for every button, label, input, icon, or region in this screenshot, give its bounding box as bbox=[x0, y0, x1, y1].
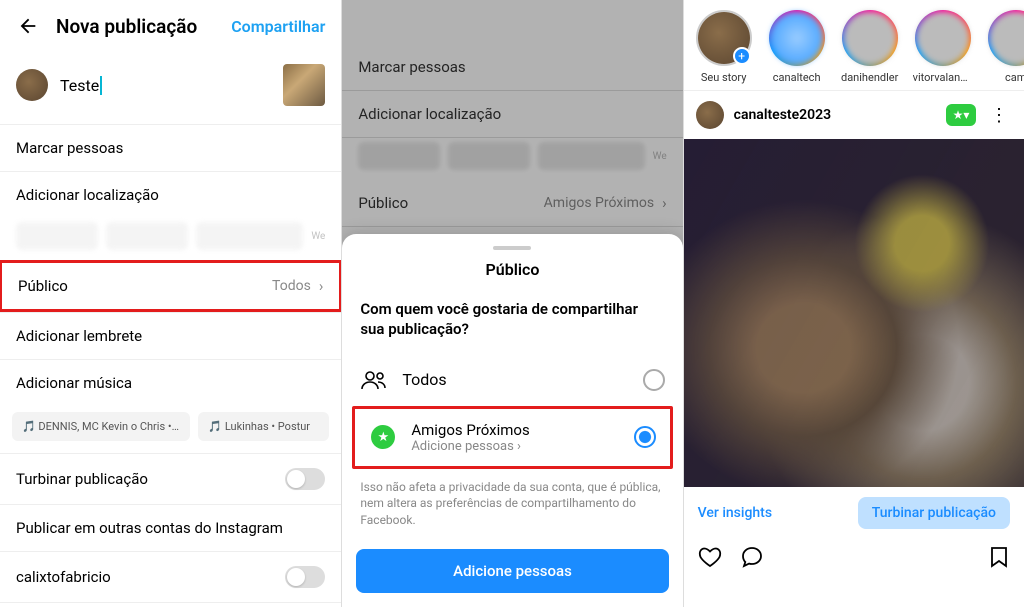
stories-row[interactable]: + Seu story canaltech danihendler vitorv… bbox=[684, 0, 1024, 90]
feed-panel: + Seu story canaltech danihendler vitorv… bbox=[683, 0, 1024, 607]
header: Nova publicação Compartilhar bbox=[0, 0, 341, 52]
also-publish-row: Publicar também no bbox=[0, 602, 341, 607]
post-action-icons bbox=[684, 539, 1024, 579]
page-title: Nova publicação bbox=[56, 15, 231, 38]
music-chip[interactable]: 🎵 Lukinhas • Postur bbox=[198, 412, 329, 441]
sheet-note: Isso não afeta a privacidade da sua cont… bbox=[342, 469, 682, 543]
location-suggestions: We bbox=[0, 218, 341, 260]
boost-post-button[interactable]: Turbinar publicação bbox=[858, 497, 1010, 529]
row-label: Adicionar localização bbox=[16, 186, 325, 204]
account-name: calixtofabricio bbox=[16, 568, 285, 586]
audience-row[interactable]: Público Todos › bbox=[2, 263, 339, 309]
story-avatar bbox=[917, 12, 969, 64]
highlight-audience: Público Todos › bbox=[0, 260, 341, 312]
new-post-panel: Nova publicação Compartilhar Teste Marca… bbox=[0, 0, 341, 607]
chevron-right-icon: › bbox=[662, 194, 667, 212]
sheet-handle[interactable] bbox=[493, 246, 531, 250]
post-insights-row: Ver insights Turbinar publicação bbox=[684, 487, 1024, 539]
row-label: Publicar em outras contas do Instagram bbox=[16, 519, 325, 537]
suggestion-chip[interactable] bbox=[106, 222, 188, 250]
view-insights-link[interactable]: Ver insights bbox=[698, 505, 772, 521]
save-button[interactable] bbox=[988, 545, 1010, 569]
chevron-right-icon: › bbox=[319, 277, 324, 295]
boost-row[interactable]: Turbinar publicação bbox=[0, 453, 341, 504]
scroll-hint: We bbox=[311, 231, 325, 242]
post-avatar[interactable] bbox=[696, 101, 724, 129]
story-item[interactable]: vitorvalando bbox=[913, 10, 973, 84]
story-label: danihendler bbox=[840, 71, 900, 84]
post-username[interactable]: canalteste2023 bbox=[734, 107, 936, 123]
post-menu-button[interactable]: ⋮ bbox=[986, 105, 1012, 126]
row-label: Adicionar lembrete bbox=[16, 327, 325, 345]
story-label: vitorvalando bbox=[913, 71, 973, 84]
like-button[interactable] bbox=[698, 545, 722, 569]
add-music-row[interactable]: Adicionar música bbox=[0, 359, 341, 406]
row-label: Turbinar publicação bbox=[16, 470, 285, 488]
bg-audience-row: Público Amigos Próximos › bbox=[342, 180, 682, 227]
story-item[interactable]: danihendler bbox=[840, 10, 900, 84]
suggestion-chip[interactable] bbox=[16, 222, 98, 250]
post-header: canalteste2023 ★▾ ⋮ bbox=[684, 90, 1024, 139]
story-item[interactable]: cam bbox=[986, 10, 1024, 84]
back-button[interactable] bbox=[16, 14, 40, 38]
add-people-button[interactable]: Adicione pessoas bbox=[356, 549, 668, 593]
highlight-close-friends: ★ Amigos Próximos Adicione pessoas › bbox=[352, 406, 672, 469]
option-label: Amigos Próximos bbox=[411, 421, 619, 439]
bg-tag-people-row: Marcar pessoas bbox=[342, 44, 682, 91]
caption-row: Teste bbox=[0, 52, 341, 124]
caption-input[interactable]: Teste bbox=[60, 76, 271, 95]
bg-add-location-row: Adicionar localização bbox=[342, 91, 682, 138]
suggestion-chip bbox=[538, 142, 644, 170]
avatar bbox=[16, 69, 48, 101]
radio-selected[interactable] bbox=[634, 426, 656, 448]
story-your-story[interactable]: + Seu story bbox=[694, 10, 754, 84]
row-label: Adicionar música bbox=[16, 374, 325, 392]
bookmark-icon bbox=[988, 545, 1010, 569]
radio-unselected[interactable] bbox=[643, 369, 665, 391]
option-sublabel[interactable]: Adicione pessoas › bbox=[411, 439, 619, 454]
comment-button[interactable] bbox=[740, 545, 764, 569]
story-label: Seu story bbox=[694, 71, 754, 84]
option-close-friends[interactable]: ★ Amigos Próximos Adicione pessoas › bbox=[355, 409, 669, 466]
story-item[interactable]: canaltech bbox=[767, 10, 827, 84]
account-row[interactable]: calixtofabricio bbox=[0, 551, 341, 602]
comment-icon bbox=[740, 545, 764, 569]
story-avatar bbox=[990, 12, 1024, 64]
row-value: Todos bbox=[272, 278, 311, 294]
arrow-left-icon bbox=[17, 15, 39, 37]
music-suggestions: 🎵 DENNIS, MC Kevin o Chris • Tá OK 🎵 Luk… bbox=[0, 406, 341, 453]
boost-toggle[interactable] bbox=[285, 468, 325, 490]
sheet-question: Com quem você gostaria de compartilhar s… bbox=[342, 293, 682, 354]
row-label: Público bbox=[18, 277, 272, 295]
suggestion-chip[interactable] bbox=[196, 222, 303, 250]
music-chip[interactable]: 🎵 DENNIS, MC Kevin o Chris • Tá OK bbox=[12, 412, 190, 441]
story-avatar bbox=[771, 12, 823, 64]
people-icon bbox=[360, 366, 388, 394]
tag-people-row[interactable]: Marcar pessoas bbox=[0, 124, 341, 171]
suggestion-chip bbox=[448, 142, 530, 170]
plus-icon: + bbox=[733, 47, 751, 65]
other-accounts-row: Publicar em outras contas do Instagram bbox=[0, 504, 341, 551]
add-location-row[interactable]: Adicionar localização bbox=[0, 171, 341, 218]
story-avatar bbox=[844, 12, 896, 64]
post-image[interactable] bbox=[684, 139, 1024, 487]
account-toggle[interactable] bbox=[285, 566, 325, 588]
story-label: canaltech bbox=[767, 71, 827, 84]
option-everyone[interactable]: Todos bbox=[342, 354, 682, 406]
star-icon: ★ bbox=[369, 423, 397, 451]
bg-location-suggestions: We bbox=[342, 138, 682, 180]
option-label: Todos bbox=[402, 370, 628, 389]
share-button[interactable]: Compartilhar bbox=[231, 17, 325, 36]
caption-text: Teste bbox=[60, 76, 102, 95]
heart-icon bbox=[698, 545, 722, 569]
sheet-title: Público bbox=[342, 260, 682, 293]
row-label: Marcar pessoas bbox=[16, 139, 325, 157]
audience-bottom-sheet: Público Com quem você gostaria de compar… bbox=[342, 234, 682, 607]
add-reminder-row[interactable]: Adicionar lembrete bbox=[0, 312, 341, 359]
story-label: cam bbox=[986, 71, 1024, 84]
suggestion-chip bbox=[358, 142, 440, 170]
close-friends-badge: ★▾ bbox=[946, 104, 976, 126]
media-thumbnail[interactable] bbox=[283, 64, 325, 106]
audience-sheet-panel: Marcar pessoas Adicionar localização We … bbox=[341, 0, 682, 607]
